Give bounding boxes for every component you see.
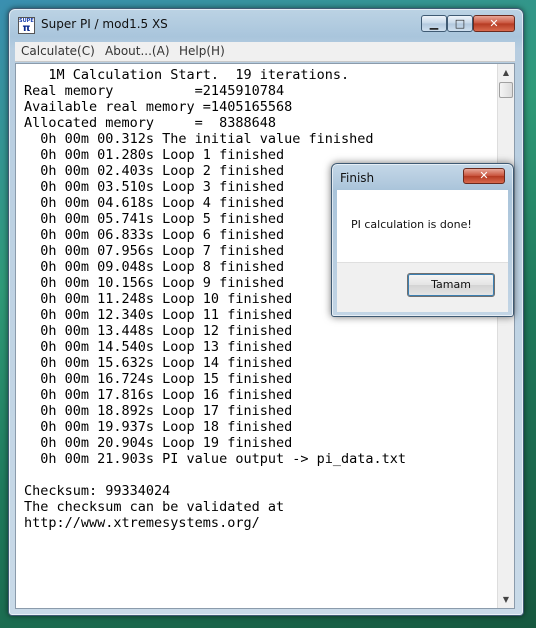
menu-calculate[interactable]: Calculate(C) xyxy=(21,44,95,58)
console-line: 0h 00m 15.632s Loop 14 finished xyxy=(24,355,293,371)
maximize-icon: □ xyxy=(454,17,466,30)
console-line: The checksum can be validated at xyxy=(24,499,285,515)
dialog-footer: Tamam xyxy=(337,262,508,312)
pi-icon: π xyxy=(22,23,31,34)
console-line: Real memory =2145910784 xyxy=(24,83,285,99)
close-button[interactable]: ✕ xyxy=(473,15,515,32)
app-icon[interactable]: SUPER π xyxy=(18,17,35,34)
dialog-title: Finish xyxy=(340,171,375,185)
dialog-close-button[interactable]: ✕ xyxy=(463,168,505,184)
scroll-down-icon[interactable]: ▼ xyxy=(498,591,514,608)
console-line: 0h 00m 18.892s Loop 17 finished xyxy=(24,403,293,419)
scroll-thumb[interactable] xyxy=(499,82,513,98)
finish-dialog: Finish ✕ PI calculation is done! Tamam xyxy=(331,163,514,317)
console-line: 0h 00m 14.540s Loop 13 finished xyxy=(24,339,293,355)
minimize-icon: ▁ xyxy=(429,17,439,30)
ok-button[interactable]: Tamam xyxy=(407,273,495,297)
console-line: 0h 00m 00.312s The initial value finishe… xyxy=(24,131,374,147)
vertical-scrollbar[interactable]: ▲ ▼ xyxy=(497,64,514,608)
console-line: 0h 00m 01.280s Loop 1 finished xyxy=(24,147,285,163)
console-line: Checksum: 99334024 xyxy=(24,483,171,499)
output-area[interactable]: 1M Calculation Start. 19 iterations. Real… xyxy=(15,63,515,609)
console-line: Available real memory =1405165568 xyxy=(24,99,293,115)
close-icon: ✕ xyxy=(489,17,499,30)
console-line: http://www.xtremesystems.org/ xyxy=(24,515,260,531)
title-bar[interactable]: SUPER π Super PI / mod1.5 XS ▁ □ ✕ xyxy=(9,9,523,41)
maximize-button[interactable]: □ xyxy=(447,15,473,32)
console-line: Allocated memory = 8388648 xyxy=(24,115,276,131)
console-line: 0h 00m 21.903s PI value output -> pi_dat… xyxy=(24,451,407,467)
menu-about[interactable]: About...(A) xyxy=(105,44,170,58)
console-line: 0h 00m 19.937s Loop 18 finished xyxy=(24,419,293,435)
console-line: 0h 00m 20.904s Loop 19 finished xyxy=(24,435,293,451)
close-icon: ✕ xyxy=(479,169,489,182)
console-line: 0h 00m 16.724s Loop 15 finished xyxy=(24,371,293,387)
dialog-body: PI calculation is done! xyxy=(337,190,508,262)
menu-help[interactable]: Help(H) xyxy=(179,44,225,58)
scroll-up-icon[interactable]: ▲ xyxy=(498,64,514,81)
window-title: Super PI / mod1.5 XS xyxy=(41,17,168,31)
console-line: 1M Calculation Start. 19 iterations. xyxy=(24,67,350,83)
console-line: 0h 00m 13.448s Loop 12 finished xyxy=(24,323,293,339)
minimize-button[interactable]: ▁ xyxy=(421,15,447,32)
console-line: 0h 00m 17.816s Loop 16 finished xyxy=(24,387,293,403)
dialog-message: PI calculation is done! xyxy=(351,218,472,231)
menu-bar: Calculate(C) About...(A) Help(H) xyxy=(15,42,515,62)
